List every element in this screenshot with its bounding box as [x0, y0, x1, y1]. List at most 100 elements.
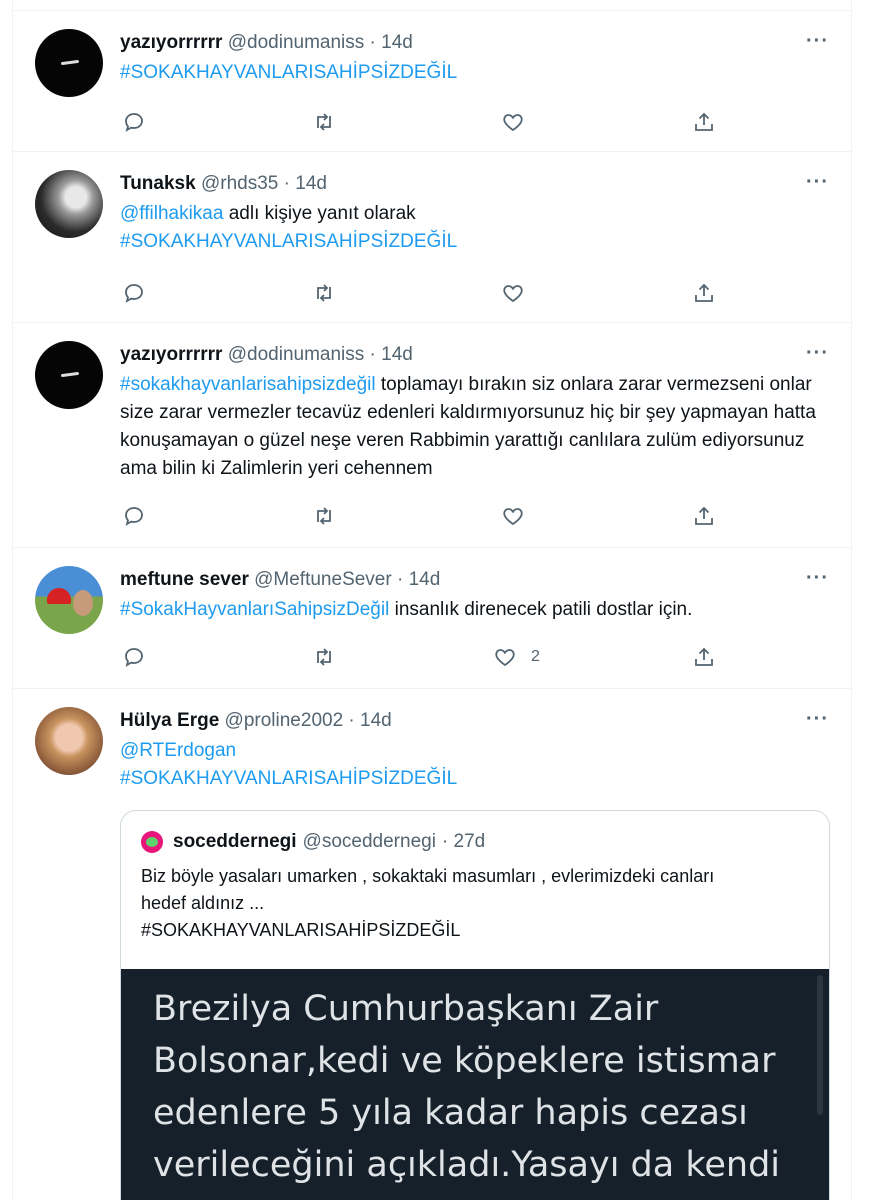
share-button[interactable]: [692, 643, 716, 671]
share-button[interactable]: [692, 108, 716, 136]
timestamp[interactable]: · 14d: [284, 173, 327, 194]
reply-icon: [125, 507, 143, 526]
retweet-icon: [317, 113, 331, 131]
avatar[interactable]: [35, 707, 103, 775]
like-button[interactable]: 2: [493, 643, 540, 671]
timestamp[interactable]: · 14d: [397, 569, 440, 590]
tweet-text: #SOKAKHAYVANLARISAHİPSİZDEĞİL: [120, 228, 827, 256]
like-button[interactable]: [501, 108, 525, 136]
avatar[interactable]: [35, 566, 103, 634]
action-bar: 2: [120, 643, 720, 671]
quote-text-line: hedef aldınız ...: [141, 893, 265, 913]
tweet[interactable]: ··· meftune sever @MeftuneSever · 14d #S…: [13, 548, 851, 689]
tweet[interactable]: ··· yazıyorrrrrr @dodinumaniss · 14d #so…: [13, 323, 851, 548]
quote-text: Biz böyle yasaları umarken , sokaktaki m…: [141, 863, 809, 944]
tweet-content: yazıyorrrrrr @dodinumaniss · 14d #SOKAKH…: [120, 31, 827, 87]
reply-icon: [125, 113, 143, 132]
tweet-content: Hülya Erge @proline2002 · 14d @RTErdogan…: [120, 709, 827, 793]
display-name[interactable]: Tunaksk: [120, 173, 196, 194]
like-count: 2: [531, 648, 540, 665]
reply-button[interactable]: [122, 108, 146, 136]
avatar[interactable]: [35, 170, 103, 238]
handle[interactable]: @dodinumaniss: [228, 344, 365, 365]
tweet-content: meftune sever @MeftuneSever · 14d #Sokak…: [120, 568, 827, 624]
tweet[interactable]: ··· yazıyorrrrrr @dodinumaniss · 14d #SO…: [13, 11, 851, 152]
reply-button[interactable]: [122, 502, 146, 530]
quote-hashtag: #SOKAKHAYVANLARISAHİPSİZDEĞİL: [141, 920, 461, 940]
share-button[interactable]: [692, 502, 716, 530]
tweet-content: yazıyorrrrrr @dodinumaniss · 14d #sokakh…: [120, 343, 827, 483]
handle[interactable]: @MeftuneSever: [254, 569, 392, 590]
hashtag-link[interactable]: #sokakhayvanlarisahipsizdeğil: [120, 374, 376, 395]
like-icon: [503, 114, 523, 132]
timestamp[interactable]: · 14d: [370, 32, 413, 53]
retweet-button[interactable]: [312, 643, 336, 671]
hashtag-link[interactable]: #SOKAKHAYVANLARISAHİPSİZDEĞİL: [120, 231, 457, 252]
mention-link[interactable]: @ffilhakikaa: [120, 203, 223, 224]
retweet-icon: [317, 284, 331, 302]
share-button[interactable]: [692, 279, 716, 307]
avatar[interactable]: [35, 341, 103, 409]
tweet-header: yazıyorrrrrr @dodinumaniss · 14d: [120, 343, 827, 367]
tweet[interactable]: ··· Tunaksk @rhds35 · 14d @ffilhakikaa a…: [13, 152, 851, 323]
tweet-body-text: insanlık direnecek patili dostlar için.: [394, 599, 693, 620]
tweet-text: #SOKAKHAYVANLARISAHİPSİZDEĞİL: [120, 59, 827, 87]
tweet-text: #sokakhayvanlarisahipsizdeğil toplamayı …: [120, 371, 827, 483]
timestamp[interactable]: · 14d: [370, 344, 413, 365]
reply-context-text: adlı kişiye yanıt olarak: [228, 203, 416, 224]
reply-icon: [125, 648, 143, 667]
handle[interactable]: @rhds35: [201, 173, 278, 194]
quote-header: soceddernegi @soceddernegi · 27d: [141, 831, 485, 853]
retweet-button[interactable]: [312, 502, 336, 530]
like-icon: [495, 649, 515, 667]
quoted-tweet[interactable]: soceddernegi @soceddernegi · 27d Biz böy…: [120, 810, 830, 1200]
display-name[interactable]: yazıyorrrrrr: [120, 32, 222, 53]
action-bar: [120, 279, 720, 307]
quote-image-text: Brezilya Cumhurbaşkanı Zair Bolsonar,ked…: [153, 989, 781, 1185]
quote-timestamp: · 27d: [441, 831, 486, 852]
retweet-icon: [317, 507, 331, 525]
quote-handle: @soceddernegi: [302, 831, 436, 852]
like-icon: [503, 508, 523, 526]
handle[interactable]: @proline2002: [225, 710, 344, 731]
quote-image[interactable]: Brezilya Cumhurbaşkanı Zair Bolsonar,ked…: [121, 969, 829, 1200]
display-name[interactable]: Hülya Erge: [120, 710, 219, 731]
hashtag-link[interactable]: #SokakHayvanlarıSahipsizDeğil: [120, 599, 389, 620]
share-icon: [695, 647, 713, 666]
retweet-button[interactable]: [312, 108, 336, 136]
mention-link[interactable]: @RTErdogan: [120, 737, 827, 765]
reply-context: @ffilhakikaa adlı kişiye yanıt olarak: [120, 200, 827, 228]
quote-text-line: Biz böyle yasaları umarken , sokaktaki m…: [141, 866, 715, 886]
retweet-icon: [317, 648, 331, 666]
action-bar: [120, 502, 720, 530]
like-icon: [503, 285, 523, 303]
display-name[interactable]: meftune sever: [120, 569, 249, 590]
reply-button[interactable]: [122, 643, 146, 671]
tweet-content: Tunaksk @rhds35 · 14d @ffilhakikaa adlı …: [120, 172, 827, 256]
tweet-header: yazıyorrrrrr @dodinumaniss · 14d: [120, 31, 827, 55]
share-icon: [695, 283, 713, 302]
like-button[interactable]: [501, 279, 525, 307]
tweet-text: #SokakHayvanlarıSahipsizDeğil insanlık d…: [120, 596, 827, 624]
timestamp[interactable]: · 14d: [348, 710, 391, 731]
tweet-text: @RTErdogan #SOKAKHAYVANLARISAHİPSİZDEĞİL: [120, 737, 827, 793]
share-icon: [695, 112, 713, 131]
share-icon: [695, 506, 713, 525]
tweet-header: Tunaksk @rhds35 · 14d: [120, 172, 827, 196]
hashtag-link[interactable]: #SOKAKHAYVANLARISAHİPSİZDEĞİL: [120, 765, 827, 793]
retweet-button[interactable]: [312, 279, 336, 307]
quote-avatar: [141, 831, 163, 853]
reply-button[interactable]: [122, 279, 146, 307]
timeline: ··· yazıyorrrrrr @dodinumaniss · 14d #SO…: [12, 0, 852, 1200]
tweet-header: Hülya Erge @proline2002 · 14d: [120, 709, 827, 733]
quote-display-name: soceddernegi: [173, 831, 297, 852]
image-scrollbar: [817, 975, 823, 1115]
display-name[interactable]: yazıyorrrrrr: [120, 344, 222, 365]
handle[interactable]: @dodinumaniss: [228, 32, 365, 53]
reply-icon: [125, 284, 143, 303]
like-button[interactable]: [501, 502, 525, 530]
hashtag-link[interactable]: #SOKAKHAYVANLARISAHİPSİZDEĞİL: [120, 62, 457, 83]
tweet-header: meftune sever @MeftuneSever · 14d: [120, 568, 827, 592]
action-bar: [120, 108, 720, 136]
avatar[interactable]: [35, 29, 103, 97]
